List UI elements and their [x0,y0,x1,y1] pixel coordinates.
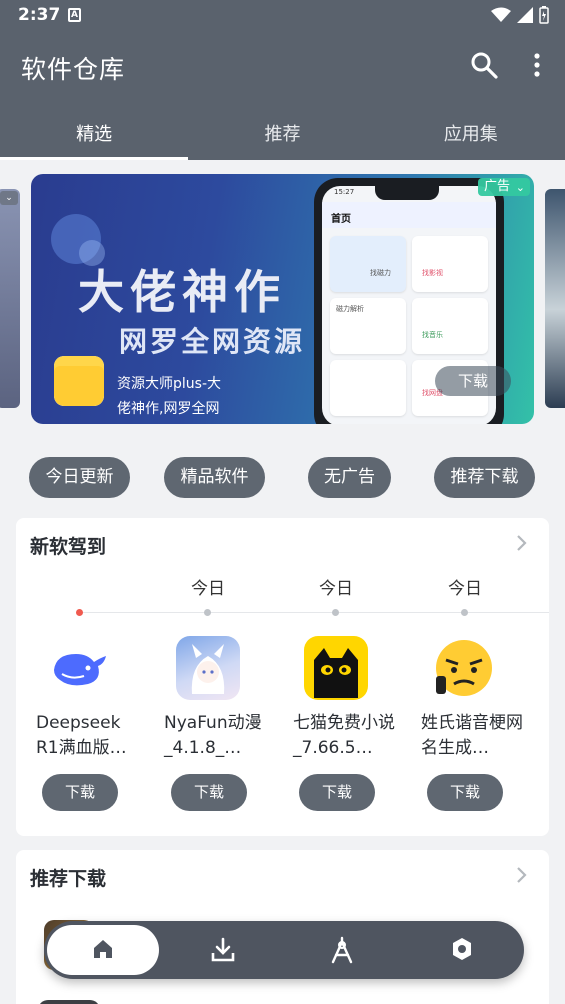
chevron-right-icon[interactable] [515,864,529,886]
category-chips: 今日更新 精品软件 无广告 推荐下载 [0,457,565,498]
carousel-prev-card[interactable]: ⌄ [0,189,20,408]
app-name-nyafun[interactable]: NyaFun动漫_4.1.8_… [164,711,268,761]
phone-card-label: 找影视 [422,269,443,277]
notification-a-icon: A [68,8,81,22]
timeline-line [80,612,549,613]
app-title: 软件仓库 [21,55,126,84]
chevron-right-icon[interactable] [515,532,529,554]
new-apps-title: 新软驾到 [30,536,107,558]
home-icon [94,940,112,958]
download-button[interactable]: 下载 [42,774,118,811]
compass-icon[interactable] [327,935,357,965]
tab-recommend[interactable]: 推荐 [188,98,376,160]
app-name-deepseek[interactable]: Deepseek R1满血版… [36,711,140,761]
download-icon[interactable] [208,935,238,965]
signal-icon [517,7,533,23]
phone-card-blank [330,360,406,416]
status-time: 2:37 [18,5,61,25]
folder-body [54,366,104,406]
phone-card-label: 磁力解析 [336,305,364,313]
download-button[interactable]: 下载 [171,774,247,811]
phone-card-parse: 磁力解析 [330,298,406,354]
banner-app-name: 资源大师plus-大佬神作,网罗全网资源 [117,376,221,417]
timeline-dot [461,609,468,616]
timeline-dot [204,609,211,616]
face-emoji-icon[interactable] [432,636,496,700]
phone-card-label: 找磁力 [370,269,391,277]
app-name-qimao[interactable]: 七猫免费小说_7.66.5… [293,711,397,761]
phone-home-label: 首页 [331,214,351,225]
ad-label-text: 广告 [483,179,510,194]
banner-subline: 网罗全网资源 [119,325,306,358]
banner-download-button[interactable]: 下载 [435,366,511,396]
system-icons [491,6,549,24]
tab-bar: 精选 推荐 应用集 [0,98,565,160]
phone-card-music: 找音乐 [412,298,488,354]
wifi-icon [491,7,511,22]
search-icon[interactable] [470,51,498,79]
anime-girl-icon[interactable] [176,636,240,700]
phone-time: 15:27 [334,188,355,196]
more-vert-icon[interactable] [526,51,548,79]
battery-icon [539,6,549,24]
banner-headline: 大佬神作 [78,265,286,319]
download-button[interactable]: 下载 [299,774,375,811]
tab-featured[interactable]: 精选 [0,98,189,160]
download-button[interactable]: 下载 [427,774,503,811]
app-bar: 软件仓库 [0,32,565,98]
settings-icon[interactable] [447,935,477,965]
bottom-navigation [44,921,524,979]
recommend-title: 推荐下载 [30,868,107,890]
recommend-app-icon[interactable] [38,1000,100,1004]
ad-label[interactable]: 广告 ⌄ [477,178,530,196]
folder-app-icon [54,356,104,406]
chevron-down-icon: ⌄ [0,191,18,205]
app-name-surname[interactable]: 姓氏谐音梗网名生成… [421,711,525,761]
phone-card-video: 找影视 [412,236,488,292]
black-cat-icon[interactable] [304,636,368,700]
chip-no-ads[interactable]: 无广告 [308,457,391,498]
chip-premium-apps[interactable]: 精品软件 [164,457,265,498]
chevron-down-icon: ⌄ [515,181,525,194]
status-bar: 2:37 A [0,0,565,32]
chip-recommended-downloads[interactable]: 推荐下载 [434,457,535,498]
tab-collections[interactable]: 应用集 [377,98,565,160]
phone-notch [375,186,439,200]
featured-banner[interactable]: 大佬神作 网罗全网资源 15:27 首页 找磁力 找影视 磁力解析 找音乐 找网… [31,174,534,424]
new-apps-card: 新软驾到 今日 今日 今日 Deepseek R1满血版… NyaFun动漫_4… [16,518,549,836]
phone-card-magnet: 找磁力 [330,236,406,292]
day-label: 今日 [191,579,225,599]
carousel-next-card[interactable] [545,189,565,408]
phone-card-label: 找音乐 [422,331,443,339]
timeline-dot-active [76,609,83,616]
day-label: 今日 [448,579,482,599]
timeline-dot [332,609,339,616]
deepseek-whale-icon[interactable] [48,636,112,700]
chip-today-updates[interactable]: 今日更新 [29,457,130,498]
nav-home[interactable] [47,925,159,975]
day-label: 今日 [319,579,353,599]
